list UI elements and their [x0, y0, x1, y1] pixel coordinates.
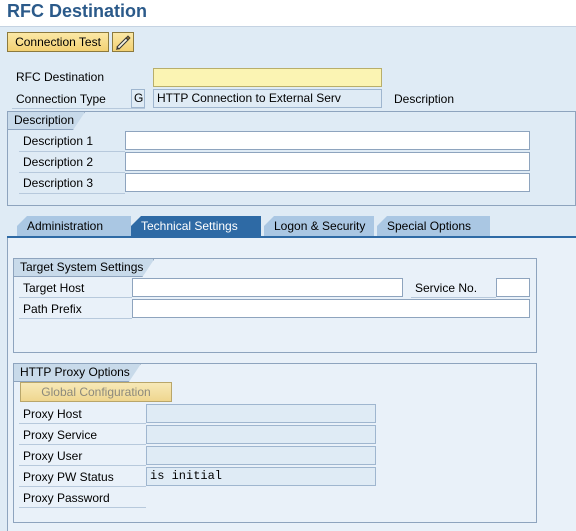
label-underline: [19, 465, 146, 466]
tab-special-options[interactable]: Special Options: [377, 216, 490, 237]
page-title: RFC Destination: [7, 1, 148, 21]
proxy-user-label: Proxy User: [23, 449, 83, 463]
connection-type-code: G: [131, 89, 145, 108]
label-underline: [19, 507, 146, 508]
global-configuration-button[interactable]: Global Configuration: [20, 382, 172, 402]
pencil-icon[interactable]: [112, 32, 134, 52]
tab-logon-security[interactable]: Logon & Security: [264, 216, 374, 237]
label-underline: [12, 108, 145, 109]
rfc-destination-input[interactable]: [153, 68, 382, 87]
label-underline: [19, 297, 132, 298]
connection-test-button[interactable]: Connection Test: [7, 32, 109, 52]
target-host-label: Target Host: [23, 281, 85, 295]
proxy-pw-status-value: is initial: [146, 467, 376, 486]
connection-type-label: Connection Type: [16, 92, 106, 106]
service-no-label: Service No.: [415, 281, 478, 295]
tab-technical-settings[interactable]: Technical Settings: [131, 216, 261, 237]
label-underline: [19, 193, 125, 194]
description-1-label: Description 1: [23, 134, 94, 148]
proxy-service-label: Proxy Service: [23, 428, 98, 442]
target-host-input[interactable]: [132, 278, 403, 297]
rfc-destination-label: RFC Destination: [16, 70, 105, 84]
tab-administration[interactable]: Administration: [17, 216, 131, 237]
label-underline: [19, 486, 146, 487]
proxy-host-input[interactable]: [146, 404, 376, 423]
description-group-title: Description: [8, 112, 85, 130]
proxy-password-label: Proxy Password: [23, 491, 110, 505]
proxy-pw-status-label: Proxy PW Status: [23, 470, 114, 484]
label-underline: [19, 423, 146, 424]
proxy-host-label: Proxy Host: [23, 407, 82, 421]
proxy-service-input[interactable]: [146, 425, 376, 444]
label-underline: [19, 172, 125, 173]
description-1-input[interactable]: [125, 131, 530, 150]
description-2-label: Description 2: [23, 155, 94, 169]
description-2-input[interactable]: [125, 152, 530, 171]
path-prefix-input[interactable]: [132, 299, 530, 318]
connection-type-text: HTTP Connection to External Serv: [153, 89, 382, 108]
service-no-input[interactable]: [496, 278, 530, 297]
connection-type-description: Description: [394, 92, 455, 106]
proxy-user-input[interactable]: [146, 446, 376, 465]
http-proxy-group-title: HTTP Proxy Options: [14, 364, 141, 382]
target-system-group-title: Target System Settings: [14, 259, 154, 277]
path-prefix-label: Path Prefix: [23, 302, 82, 316]
label-underline: [19, 444, 146, 445]
label-underline: [19, 151, 125, 152]
title-bar: RFC Destination: [0, 0, 576, 26]
label-underline: [411, 297, 496, 298]
description-3-input[interactable]: [125, 173, 530, 192]
label-underline: [19, 318, 132, 319]
description-3-label: Description 3: [23, 176, 94, 190]
